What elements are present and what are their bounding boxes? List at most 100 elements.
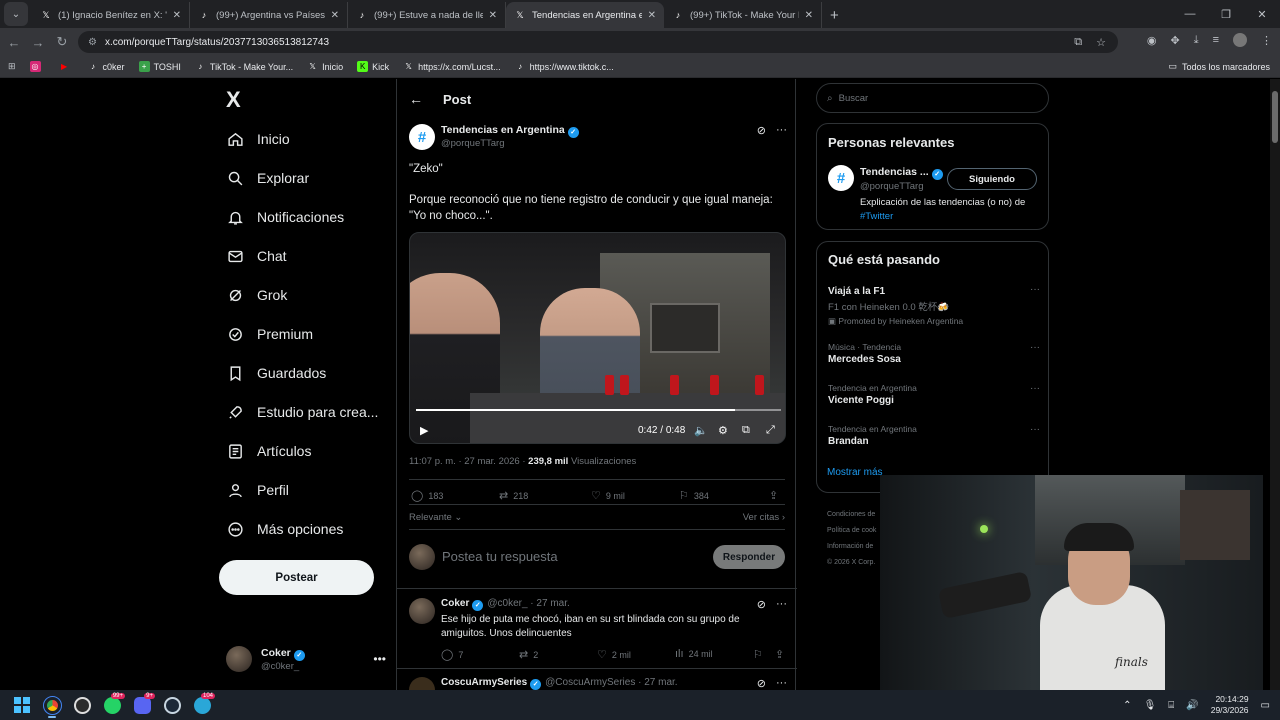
close-icon[interactable]: ✕ xyxy=(805,10,813,21)
reload-icon[interactable]: ↻ xyxy=(50,34,74,50)
reply-author-name[interactable]: Coker xyxy=(441,598,469,609)
site-info-icon[interactable]: ⚙ xyxy=(88,37,97,48)
bookmark-button[interactable]: ⚐ xyxy=(753,648,763,661)
close-icon[interactable]: ✕ xyxy=(173,10,181,21)
profile-avatar[interactable] xyxy=(1233,33,1247,47)
bookmark-button[interactable]: ⚐ 384 xyxy=(679,489,709,502)
nav-item-articles[interactable]: Artículos xyxy=(226,438,311,464)
views-button[interactable]: ılı 24 mil xyxy=(675,648,713,660)
bookmark[interactable]: ♪ c0ker xyxy=(88,61,125,72)
author-handle[interactable]: @porqueTTarg xyxy=(441,138,505,149)
clock[interactable]: 20:14:29 29/3/2026 xyxy=(1211,694,1249,716)
nav-item-premium[interactable]: Premium xyxy=(226,321,313,347)
forward-icon[interactable]: → xyxy=(26,35,50,50)
more-icon[interactable]: ··· xyxy=(1030,284,1040,295)
reply-author-name[interactable]: CoscuArmySeries xyxy=(441,677,527,688)
browser-tab[interactable]: ♪ (99+) Argentina vs Países Bajos ✕ xyxy=(190,2,348,28)
app-taskbar-icon[interactable]: 104 xyxy=(188,691,216,719)
notifications-icon[interactable]: ▭ xyxy=(1261,700,1270,711)
back-arrow-icon[interactable]: ← xyxy=(409,91,423,107)
download-icon[interactable]: ⤓ xyxy=(1194,34,1199,47)
avatar[interactable] xyxy=(409,677,435,690)
view-quotes-link[interactable]: Ver citas › xyxy=(743,512,785,523)
tab-search-button[interactable]: ⌄ xyxy=(4,2,28,26)
reply-post[interactable]: Coker ✓ @c0ker_ · 27 mar. Ese hijo de puta… xyxy=(409,598,787,668)
like-button[interactable]: ♡ 2 mil xyxy=(597,648,631,661)
close-icon[interactable]: ✕ xyxy=(489,10,497,21)
author-name[interactable]: Tendencias en Argentina xyxy=(441,124,565,136)
footer-link[interactable]: Política de cook xyxy=(827,523,876,539)
repost-button[interactable]: ⇄ 2 xyxy=(519,648,538,661)
bookmark[interactable]: K Kick xyxy=(357,61,389,72)
bookmark[interactable]: ♪ https://www.tiktok.c... xyxy=(515,61,614,72)
hashtag-link[interactable]: #Twitter xyxy=(860,211,893,222)
more-icon[interactable]: ··· xyxy=(776,598,787,611)
install-icon[interactable]: ⧉ xyxy=(1074,36,1082,49)
steam-taskbar-icon[interactable] xyxy=(158,691,186,719)
all-bookmarks[interactable]: ▭ Todos los marcadores xyxy=(1168,61,1270,72)
post-button[interactable]: Postear xyxy=(219,560,374,595)
bookmark[interactable]: ◎ xyxy=(29,61,45,72)
close-icon[interactable]: ✕ xyxy=(331,10,339,21)
more-icon[interactable]: ••• xyxy=(373,652,386,666)
discord-taskbar-icon[interactable]: 9+ xyxy=(128,691,156,719)
fullscreen-icon[interactable]: ⤢ xyxy=(766,424,775,437)
bookmark[interactable]: ▶ xyxy=(59,61,74,72)
more-icon[interactable]: ··· xyxy=(1030,424,1040,435)
sort-dropdown[interactable]: Relevante ⌄ xyxy=(409,512,462,523)
nav-item-profile[interactable]: Perfil xyxy=(226,477,289,503)
reply-button[interactable]: ◯ 7 xyxy=(441,648,463,661)
url-text[interactable]: x.com/porqueTTarg/status/203771303651381… xyxy=(105,37,329,48)
back-icon[interactable]: ← xyxy=(2,35,26,50)
share-button[interactable]: ⇪ xyxy=(775,648,784,661)
pip-icon[interactable]: ⧉ xyxy=(742,424,750,437)
nav-item-grok[interactable]: Grok xyxy=(226,282,287,308)
reply-submit-button[interactable]: Responder xyxy=(713,545,785,569)
scrollbar-thumb[interactable] xyxy=(1272,91,1278,143)
chrome-taskbar-icon[interactable] xyxy=(38,691,66,719)
browser-tab[interactable]: ♪ (99+) TikTok - Make Your Day ✕ xyxy=(664,2,822,28)
trend-item[interactable]: Tendencia en Argentina Vicente Poggi ··· xyxy=(828,383,1040,406)
trend-item[interactable]: Música · Tendencia Mercedes Sosa ··· xyxy=(828,342,1040,365)
new-tab-button[interactable]: + xyxy=(830,7,839,24)
bookmark[interactable]: ♪ TikTok - Make Your... xyxy=(195,61,293,72)
close-icon[interactable]: ✕ xyxy=(648,10,656,21)
footer-link[interactable]: Condiciones de xyxy=(827,507,876,523)
volume-icon[interactable]: 🔈 xyxy=(694,424,708,437)
video-player[interactable]: ▶ 0:42 / 0:48 🔈 ⚙ ⧉ ⤢ xyxy=(409,232,786,444)
reply-post[interactable]: CoscuArmySeries ✓ @CoscuArmySeries · 27 ma… xyxy=(409,677,787,690)
reply-button[interactable]: ◯ 183 xyxy=(411,489,443,502)
x-logo-icon[interactable]: X xyxy=(226,87,241,113)
bookmark[interactable]: 𝕏 Inicio xyxy=(307,61,343,72)
bookmark[interactable]: 𝕏https://x.com/Lucst... xyxy=(403,61,500,72)
nav-item-more[interactable]: Más opciones xyxy=(226,516,343,542)
restore-icon[interactable]: ❐ xyxy=(1208,0,1244,28)
nav-item-notifications[interactable]: Notificaciones xyxy=(226,204,344,230)
reply-input[interactable]: Postea tu respuesta xyxy=(442,549,558,564)
repost-button[interactable]: ⇄ 218 xyxy=(499,489,528,502)
media-icon[interactable]: ≡ xyxy=(1213,34,1219,46)
hashtag-avatar[interactable]: # xyxy=(409,124,435,150)
apps-icon[interactable]: ⊞ xyxy=(8,61,16,72)
nav-item-chat[interactable]: Chat xyxy=(226,243,287,269)
start-button[interactable] xyxy=(8,691,36,719)
whatsapp-taskbar-icon[interactable]: 99+ xyxy=(98,691,126,719)
relevant-name[interactable]: Tendencias ... xyxy=(860,166,929,178)
nav-item-explore[interactable]: Explorar xyxy=(226,165,309,191)
network-icon[interactable]: ⌸ xyxy=(1168,700,1174,711)
following-button[interactable]: Siguiendo xyxy=(947,168,1037,190)
browser-tab[interactable]: ♪ (99+) Estuve a nada de llegar a ✕ xyxy=(348,2,506,28)
search-input[interactable]: ⌕ Buscar xyxy=(816,83,1049,113)
show-more-link[interactable]: Mostrar más xyxy=(827,467,883,478)
more-icon[interactable]: ··· xyxy=(776,677,787,690)
post-timestamp[interactable]: 11:07 p. m. · 27 mar. 2026 · xyxy=(409,456,528,467)
like-button[interactable]: ♡ 9 mil xyxy=(591,489,625,502)
trend-item[interactable]: Viajá a la F1 F1 con Heineken 0.0 乾杯🍻 ▣ … xyxy=(828,284,1040,327)
footer-link[interactable]: Información de xyxy=(827,539,876,555)
extension-icon[interactable]: ◉ xyxy=(1147,34,1157,47)
close-window-icon[interactable]: ✕ xyxy=(1244,0,1280,28)
grok-icon[interactable]: ⊘ xyxy=(757,677,766,690)
settings-icon[interactable]: ⚙ xyxy=(718,424,728,437)
volume-icon[interactable]: 🔊 xyxy=(1186,700,1198,711)
avatar[interactable] xyxy=(409,598,435,624)
